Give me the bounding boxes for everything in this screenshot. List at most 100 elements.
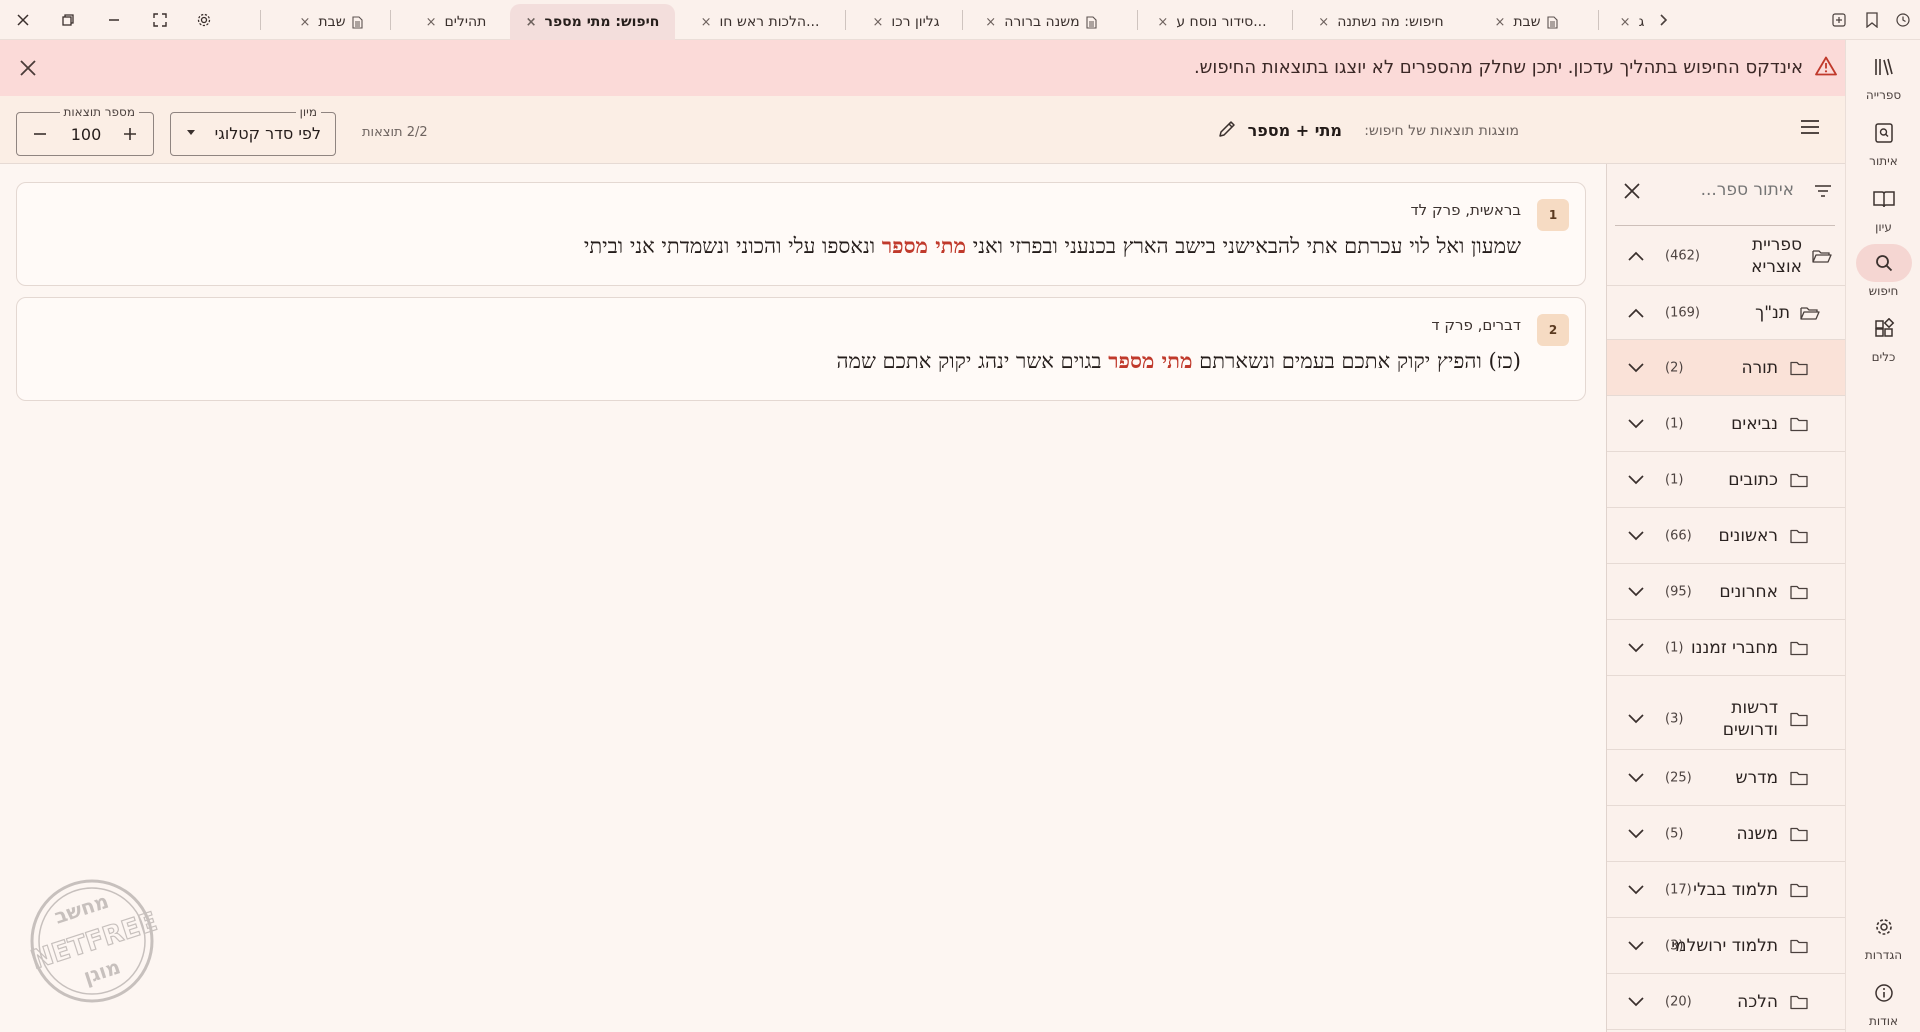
tab[interactable]: × חיפוש: מה נשתנה — [1305, 4, 1457, 40]
tab-close-icon[interactable]: × — [873, 15, 884, 30]
tab[interactable]: × שבת — [270, 4, 392, 40]
tab-close-icon[interactable]: × — [526, 15, 537, 30]
tab[interactable]: × גליון רכו — [856, 4, 956, 40]
tab-close-icon[interactable]: × — [985, 15, 996, 30]
tree-item-count: (2) — [1665, 360, 1684, 375]
chevron-down-icon[interactable] — [1627, 362, 1645, 374]
tree-item[interactable]: ספריית אוצריא (462) — [1607, 226, 1846, 286]
chevron-down-icon[interactable] — [1627, 586, 1645, 598]
result-limit-stepper[interactable]: מספר תוצאות 100 — [16, 104, 154, 156]
result-limit-value[interactable]: 100 — [65, 125, 107, 144]
window-minimize-button[interactable] — [94, 0, 134, 40]
tree-item-count: (3) — [1665, 938, 1684, 953]
info-icon — [1856, 974, 1912, 1012]
tree-item[interactable]: נביאים (1) — [1607, 396, 1846, 452]
tab-close-icon[interactable]: × — [1318, 15, 1329, 30]
tree-item[interactable]: מדרש (25) — [1607, 750, 1846, 806]
chevron-down-icon[interactable] — [1627, 772, 1645, 784]
chevron-down-icon[interactable] — [1627, 418, 1645, 430]
result-reference[interactable]: דברים, פרק ד — [1431, 316, 1521, 334]
tab-close-icon[interactable]: × — [1494, 15, 1505, 30]
plus-icon[interactable] — [121, 125, 139, 143]
nav-label: חיפוש — [1868, 284, 1899, 298]
nav-about[interactable]: אודות — [1846, 974, 1920, 1032]
tree-item-count: (25) — [1665, 770, 1692, 785]
tab[interactable]: × תהילים — [400, 4, 512, 40]
nav-tools[interactable]: כלים — [1846, 310, 1920, 372]
tree-item[interactable]: אחרונים (95) — [1607, 564, 1846, 620]
new-tab-button[interactable] — [1822, 0, 1856, 40]
tab-active[interactable]: × חיפוש: מתי מספר — [510, 4, 675, 40]
bookmarks-button[interactable] — [1855, 0, 1889, 40]
chevron-down-icon[interactable] — [1627, 996, 1645, 1008]
nav-label: עיון — [1875, 220, 1892, 234]
tree-item[interactable]: דרשות ודרושים (3) — [1607, 688, 1846, 750]
sort-legend: מיון — [295, 104, 321, 120]
tab-close-icon[interactable]: × — [701, 15, 712, 30]
nav-locate[interactable]: איתור — [1846, 114, 1920, 176]
tree-item[interactable]: תלמוד בבלי (17) — [1607, 862, 1846, 918]
banner-close-button[interactable] — [10, 50, 46, 86]
chevron-up-icon[interactable] — [1627, 250, 1645, 262]
folder-icon — [1790, 584, 1808, 599]
sort-select[interactable]: מיון לפי סדר קטלוגי — [170, 104, 336, 156]
chevron-up-icon[interactable] — [1627, 307, 1645, 319]
tab-close-icon[interactable]: × — [1620, 15, 1631, 30]
chevron-down-icon[interactable] — [1627, 474, 1645, 486]
tree-item-label: נביאים — [1731, 413, 1778, 434]
tab-separator — [845, 10, 846, 30]
tab-close-icon[interactable]: × — [1157, 15, 1168, 30]
tree-item[interactable]: ראשונים (66) — [1607, 508, 1846, 564]
gear-icon — [1856, 908, 1912, 946]
chevron-down-icon[interactable] — [1627, 642, 1645, 654]
tree-item-count: (169) — [1665, 305, 1700, 320]
results-count: 2/2 תוצאות — [362, 125, 428, 140]
minus-icon[interactable] — [31, 125, 49, 143]
tab[interactable]: × משנה ברורה — [972, 4, 1110, 40]
chevron-down-icon[interactable] — [1627, 713, 1645, 725]
result-reference[interactable]: בראשית, פרק לד — [1410, 201, 1521, 219]
chevron-down-icon[interactable] — [1627, 884, 1645, 896]
folder-icon — [1790, 938, 1808, 953]
tree-item[interactable]: תלמוד ירושלמי (3) — [1607, 918, 1846, 974]
tree-item-label: ספריית אוצריא — [1751, 234, 1802, 277]
window-restore-button[interactable] — [48, 0, 88, 40]
nav-search[interactable]: חיפוש — [1846, 244, 1920, 306]
result-card[interactable]: 2 דברים, פרק ד (כז) והפיץ יקוק אתכם בעמי… — [16, 297, 1586, 401]
tree-item[interactable]: הלכה (20) — [1607, 974, 1846, 1030]
tab[interactable]: × ג — [1615, 4, 1649, 40]
nav-label: כלים — [1871, 350, 1896, 364]
tab-close-icon[interactable]: × — [426, 15, 437, 30]
chevron-down-icon[interactable] — [1627, 530, 1645, 542]
nav-study[interactable]: עיון — [1846, 180, 1920, 242]
tree-item-label: מחברי זמננו — [1691, 637, 1778, 658]
close-icon[interactable] — [1623, 182, 1641, 200]
tab-close-icon[interactable]: × — [299, 15, 310, 30]
result-card[interactable]: 1 בראשית, פרק לד שמעון ואל לוי עכרתם אתי… — [16, 182, 1586, 286]
tree-item[interactable]: מחברי זמננו (1) — [1607, 620, 1846, 676]
restore-icon — [61, 13, 75, 27]
tab[interactable]: × הלכות ראש חו... — [690, 4, 830, 40]
chevron-down-icon[interactable] — [1627, 828, 1645, 840]
fullscreen-button[interactable] — [140, 0, 180, 40]
search-icon — [1855, 244, 1912, 282]
settings-button[interactable] — [184, 0, 224, 40]
chevron-down-icon[interactable] — [1627, 940, 1645, 952]
tree-item[interactable]: כתובים (1) — [1607, 452, 1846, 508]
nav-library[interactable]: ספרייה — [1846, 48, 1920, 110]
tab[interactable]: × סידור נוסח ע... — [1148, 4, 1276, 40]
history-button[interactable] — [1886, 0, 1920, 40]
book-filter-input[interactable] — [1674, 180, 1794, 200]
filter-icon — [1814, 184, 1832, 198]
tab-label: תהילים — [444, 14, 487, 30]
tree-item[interactable]: תורה (2) — [1607, 340, 1846, 396]
nav-settings[interactable]: הגדרות — [1846, 908, 1920, 970]
menu-icon[interactable] — [1799, 118, 1821, 136]
tabs-scroll-right-button[interactable] — [1646, 0, 1680, 40]
edit-query-icon[interactable] — [1217, 119, 1237, 139]
tree-item[interactable]: משנה (5) — [1607, 806, 1846, 862]
tab-separator — [1292, 10, 1293, 30]
tab[interactable]: × שבת — [1480, 4, 1572, 40]
window-close-button[interactable] — [3, 0, 43, 40]
tree-item[interactable]: תנ"ך (169) — [1607, 286, 1846, 340]
